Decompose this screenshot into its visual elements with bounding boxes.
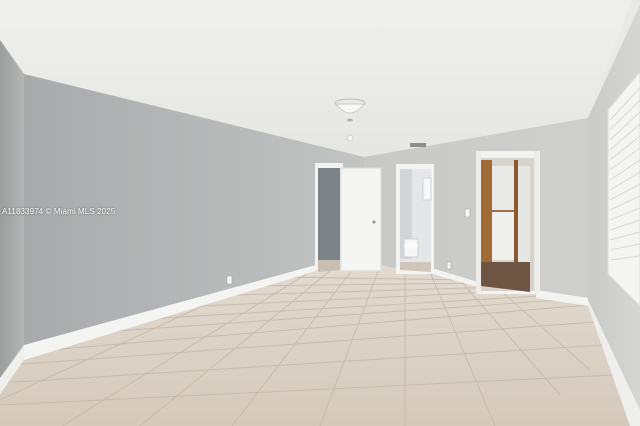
light-switch bbox=[464, 208, 471, 218]
window-blinds bbox=[607, 71, 640, 307]
bathroom-doorway bbox=[396, 164, 434, 274]
wall-outlet-back bbox=[446, 261, 452, 270]
hall-doorway bbox=[476, 151, 540, 294]
closet-doorway bbox=[315, 163, 382, 272]
smoke-detector bbox=[346, 134, 354, 142]
room-photo: A11833974 © Miami MLS 2025 bbox=[0, 0, 640, 426]
photo-watermark: A11833974 © Miami MLS 2025 bbox=[2, 207, 116, 216]
ac-vent bbox=[410, 143, 426, 147]
wall-outlet bbox=[226, 275, 233, 285]
